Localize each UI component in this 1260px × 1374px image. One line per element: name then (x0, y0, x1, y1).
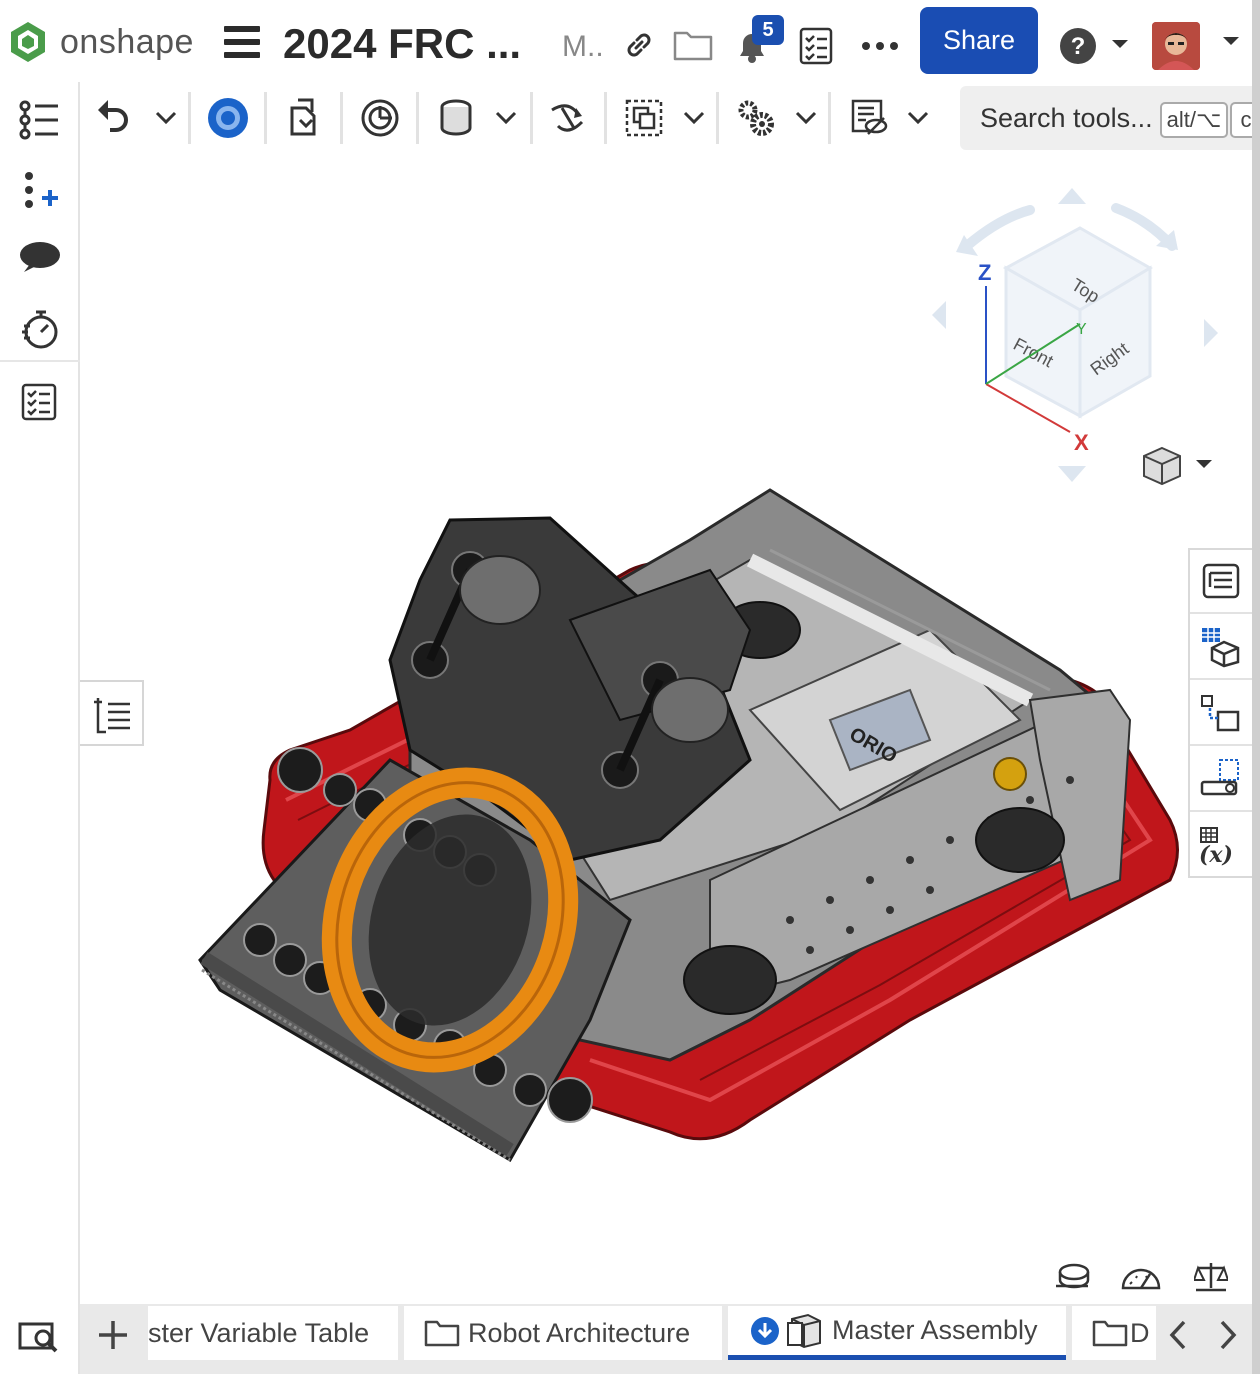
scroll-tabs-left-icon[interactable] (1166, 1318, 1190, 1352)
history-stopwatch-icon[interactable] (20, 308, 62, 350)
gears-dropdown-chevron-icon[interactable] (794, 110, 818, 126)
onshape-logo-icon (11, 22, 45, 62)
add-tab-icon[interactable] (96, 1318, 130, 1352)
toolbar-divider (188, 92, 191, 144)
bill-of-materials-icon[interactable] (20, 382, 58, 422)
window-frame-edge (1252, 0, 1260, 1374)
outline-toggle-button[interactable] (80, 680, 144, 746)
insert-part-icon[interactable] (206, 96, 250, 140)
configuration-panel-button[interactable] (1190, 616, 1252, 680)
user-avatar[interactable] (1152, 22, 1200, 70)
more-options-icon[interactable] (860, 40, 900, 52)
download-update-icon (751, 1316, 779, 1345)
variables-panel-button[interactable]: (x) (1190, 814, 1252, 878)
main-menu-button[interactable] (224, 26, 260, 58)
folder-icon (424, 1320, 460, 1347)
named-positions-icon[interactable] (850, 98, 890, 138)
gears-feature-icon[interactable] (736, 98, 776, 138)
workspace-name[interactable]: M.. (562, 30, 604, 64)
left-panel-rail (0, 82, 80, 1374)
tab-variable-table[interactable]: ster Variable Table (148, 1306, 398, 1360)
view-cube[interactable]: Top Front Right Z Y X (920, 180, 1230, 490)
tab-label: Robot Architecture (468, 1317, 691, 1348)
configuration-table-icon (1202, 628, 1240, 668)
mass-properties-button[interactable] (1190, 748, 1252, 812)
toolbar-divider (828, 92, 831, 144)
link-icon[interactable] (622, 28, 656, 62)
logo-text: onshape (60, 22, 194, 61)
tab-label: ster Variable Table (148, 1317, 370, 1348)
positions-dropdown-chevron-icon[interactable] (906, 110, 930, 126)
svg-text:?: ? (1071, 33, 1086, 60)
tab-master-assembly[interactable]: Master Assembly (728, 1306, 1066, 1360)
appearance-panel-button[interactable] (1190, 550, 1252, 614)
undo-icon[interactable] (96, 98, 130, 136)
feature-list-icon[interactable] (18, 100, 62, 140)
find-in-workspace-icon[interactable] (18, 1320, 62, 1356)
document-title[interactable]: 2024 FRC ... (283, 20, 521, 68)
search-tools-placeholder: Search tools... (980, 103, 1153, 133)
measure-tape-icon[interactable] (1054, 1262, 1090, 1292)
mate-connector-icon[interactable] (360, 98, 400, 138)
fastened-mate-icon[interactable] (438, 98, 474, 138)
search-tools-box[interactable]: Search tools... alt/⌥ c (960, 86, 1260, 150)
toolbar-divider (340, 92, 343, 144)
axis-z-label: Z (978, 260, 991, 285)
toolbar-divider (716, 92, 719, 144)
folder-icon[interactable] (672, 28, 714, 62)
insert-document-icon[interactable] (286, 98, 322, 136)
help-icon[interactable]: ? (1058, 26, 1132, 66)
relations-icon[interactable] (548, 98, 588, 138)
outline-list-icon (94, 698, 130, 734)
top-header: onshape 2024 FRC ... M.. 5 Share ? (0, 0, 1252, 82)
add-part-icon[interactable] (20, 170, 62, 210)
tasks-checklist-icon[interactable] (798, 26, 834, 66)
axis-x-label: X (1074, 430, 1089, 455)
parts-list-icon (1202, 563, 1240, 599)
comments-icon[interactable] (18, 240, 62, 276)
toolbar-divider (416, 92, 419, 144)
measure-angle-icon[interactable] (1120, 1262, 1162, 1292)
svg-text:(x): (x) (1199, 842, 1233, 866)
right-panel-rail: (x) (1188, 548, 1252, 878)
tab-d-folder[interactable]: D (1072, 1306, 1156, 1360)
selection-box-icon (1200, 759, 1239, 796)
folder-icon (1092, 1320, 1128, 1347)
scroll-tabs-right-icon[interactable] (1216, 1318, 1240, 1352)
toolbar-divider (264, 92, 267, 144)
share-button[interactable]: Share (920, 7, 1038, 74)
pattern-dropdown-chevron-icon[interactable] (682, 110, 706, 126)
undo-dropdown-chevron-icon[interactable] (154, 110, 178, 126)
toolbar-divider (604, 92, 607, 144)
insert-manager-button[interactable] (1190, 682, 1252, 746)
instances-icon (1201, 695, 1240, 732)
mass-scale-icon[interactable] (1194, 1260, 1228, 1294)
onshape-logo[interactable]: onshape (8, 20, 194, 64)
left-rail-divider (0, 360, 80, 362)
tab-label: Master Assembly (832, 1315, 1038, 1345)
pattern-icon[interactable] (624, 98, 664, 138)
tab-label: D (1130, 1317, 1150, 1348)
avatar-image (1152, 22, 1200, 70)
variable-table-icon: (x) (1199, 827, 1233, 866)
mate-dropdown-chevron-icon[interactable] (494, 110, 518, 126)
notification-badge: 5 (752, 15, 784, 45)
axis-y-label: Y (1076, 321, 1087, 338)
toolbar-divider (530, 92, 533, 144)
assembly-icon (787, 1313, 821, 1348)
robot-assembly-model[interactable]: ORIO (190, 460, 1200, 1180)
account-menu-chevron-icon[interactable] (1222, 36, 1240, 48)
tab-robot-architecture[interactable]: Robot Architecture (404, 1306, 722, 1360)
shortcut-hint: alt/⌥ (1160, 102, 1228, 138)
